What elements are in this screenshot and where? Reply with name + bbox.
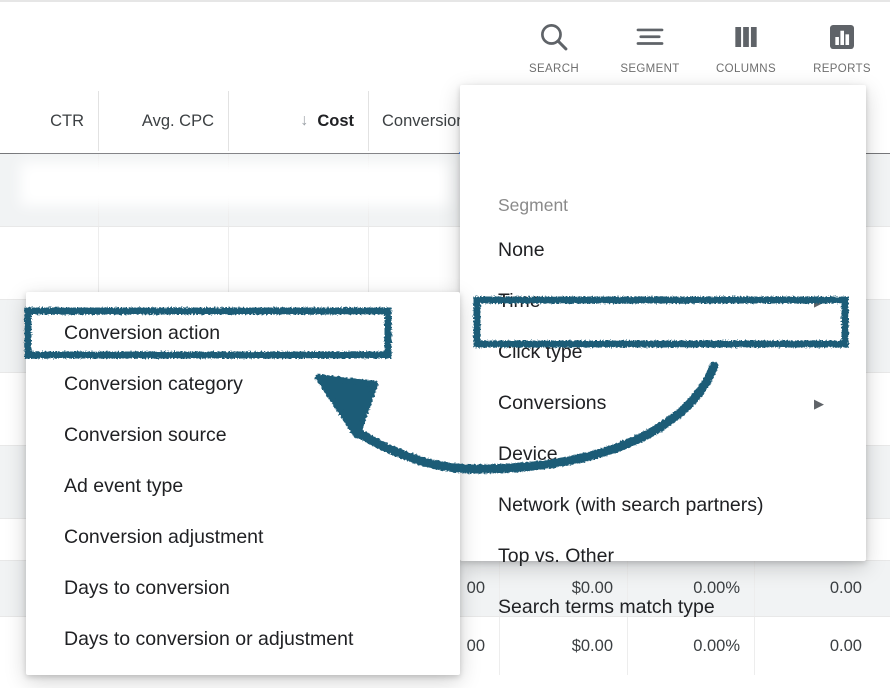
obscured-cell-content bbox=[20, 162, 450, 206]
submenu-item-conversion-category[interactable]: Conversion category bbox=[26, 359, 460, 410]
sort-descending-icon: ↓ bbox=[300, 112, 309, 129]
toolbar-label-segment: SEGMENT bbox=[620, 63, 680, 75]
menu-item-conversions[interactable]: Conversions ▶ bbox=[460, 378, 866, 429]
submenu-item-conversion-adjustment-label: Conversion adjustment bbox=[64, 526, 264, 548]
cell-divider bbox=[368, 227, 369, 299]
menu-item-device[interactable]: Device bbox=[460, 429, 866, 480]
submenu-item-ad-event-type-label: Ad event type bbox=[64, 475, 184, 497]
column-header-avg-cpc-label: Avg. CPC bbox=[141, 111, 214, 130]
menu-item-network[interactable]: Network (with search partners) bbox=[460, 480, 866, 531]
menu-item-click-type-label: Click type bbox=[498, 341, 583, 363]
submenu-item-conversion-source[interactable]: Conversion source bbox=[26, 410, 460, 461]
menu-item-none-label: None bbox=[498, 239, 545, 261]
column-header-ctr-label: CTR bbox=[50, 111, 84, 130]
submenu-item-conversion-action-label: Conversion action bbox=[64, 322, 221, 344]
toolbar-label-columns: COLUMNS bbox=[716, 63, 776, 75]
segment-menu-title: Segment bbox=[498, 195, 569, 215]
toolbar: SEARCH SEGMENT COLUMNS REPORTS bbox=[506, 2, 890, 88]
menu-item-search-terms-match-type[interactable]: Search terms match type bbox=[460, 582, 866, 633]
toolbar-button-columns[interactable]: COLUMNS bbox=[698, 2, 794, 75]
submenu-item-days-to-conversion-or-adjustment[interactable]: Days to conversion or adjustment bbox=[26, 614, 460, 665]
column-header-ctr[interactable]: CTR bbox=[0, 88, 98, 154]
menu-item-device-label: Device bbox=[498, 443, 558, 465]
menu-item-conversions-label: Conversions bbox=[498, 392, 607, 414]
menu-item-time-label: Time bbox=[498, 290, 541, 312]
screenshot-root: SEARCH SEGMENT COLUMNS REPORTS CTR Avg. … bbox=[0, 0, 890, 688]
segment-dropdown-menu[interactable]: Segment None Time ▶ Click type Conversio… bbox=[460, 85, 866, 618]
menu-item-search-terms-match-type-label: Search terms match type bbox=[498, 596, 715, 618]
column-header-cost[interactable]: ↓ Cost bbox=[228, 88, 368, 154]
toolbar-button-search[interactable]: SEARCH bbox=[506, 2, 602, 75]
toolbar-button-reports[interactable]: REPORTS bbox=[794, 2, 890, 75]
menu-item-network-label: Network (with search partners) bbox=[498, 494, 764, 516]
search-icon bbox=[537, 18, 571, 56]
reports-icon bbox=[826, 18, 858, 56]
column-header-avg-cpc[interactable]: Avg. CPC bbox=[98, 88, 228, 154]
chevron-right-icon: ▶ bbox=[814, 395, 824, 411]
cell-divider bbox=[228, 227, 229, 299]
toolbar-label-reports: REPORTS bbox=[813, 63, 871, 75]
menu-item-none[interactable]: None bbox=[460, 225, 866, 276]
submenu-item-conversion-source-label: Conversion source bbox=[64, 424, 227, 446]
conversions-submenu[interactable]: Conversion action Conversion category Co… bbox=[26, 292, 460, 675]
submenu-item-days-to-conversion[interactable]: Days to conversion bbox=[26, 563, 460, 614]
menu-item-top-vs-other[interactable]: Top vs. Other bbox=[460, 531, 866, 582]
toolbar-button-segment[interactable]: SEGMENT bbox=[602, 2, 698, 75]
menu-item-top-vs-other-label: Top vs. Other bbox=[498, 545, 614, 567]
submenu-item-days-to-conversion-or-adjustment-label: Days to conversion or adjustment bbox=[64, 628, 354, 650]
toolbar-label-search: SEARCH bbox=[528, 63, 580, 75]
cell-divider bbox=[98, 227, 99, 299]
submenu-item-days-to-conversion-label: Days to conversion bbox=[64, 577, 230, 599]
menu-item-time[interactable]: Time ▶ bbox=[460, 276, 866, 327]
submenu-item-conversion-category-label: Conversion category bbox=[64, 373, 243, 395]
segment-icon bbox=[633, 18, 667, 56]
menu-item-click-type[interactable]: Click type bbox=[460, 327, 866, 378]
submenu-item-conversion-action[interactable]: Conversion action bbox=[26, 308, 460, 359]
chevron-right-icon: ▶ bbox=[814, 293, 824, 309]
columns-icon bbox=[730, 18, 762, 56]
submenu-item-conversion-adjustment[interactable]: Conversion adjustment bbox=[26, 512, 460, 563]
submenu-item-ad-event-type[interactable]: Ad event type bbox=[26, 461, 460, 512]
column-header-cost-label: Cost bbox=[317, 111, 354, 130]
